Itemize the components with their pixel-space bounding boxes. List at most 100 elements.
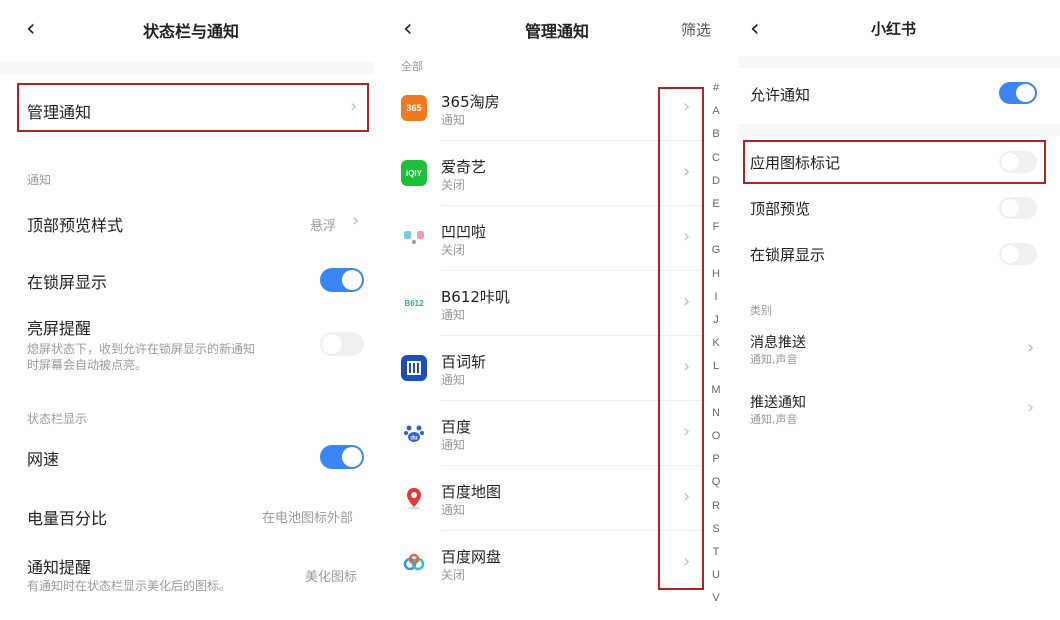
section-header-statusbar: 状态栏显示 <box>27 412 88 426</box>
index-letter[interactable]: C <box>709 152 723 164</box>
index-letter[interactable]: V <box>709 592 723 604</box>
index-letter[interactable]: O <box>709 430 723 442</box>
app-name: 爱奇艺 <box>441 158 487 176</box>
filter-button[interactable]: 筛选 <box>681 19 711 40</box>
aoaola-icon <box>401 225 427 251</box>
net-speed-label: 网速 <box>27 450 60 469</box>
highlight-box <box>17 83 369 132</box>
net-speed-toggle[interactable] <box>320 445 364 469</box>
app-status: 通知 <box>441 113 466 127</box>
lockscreen-display-toggle[interactable] <box>320 268 364 292</box>
lockscreen-display-label: 在锁屏显示 <box>27 273 108 292</box>
app-status: 通知 <box>441 373 466 387</box>
index-letter[interactable]: U <box>709 569 723 581</box>
allow-notify-label: 允许通知 <box>750 86 811 104</box>
app-status: 通知 <box>441 308 466 322</box>
app-name: 百度地图 <box>441 483 502 501</box>
chevron-right-icon: › <box>1027 397 1035 418</box>
section-header-all: 全部 <box>401 60 423 73</box>
section-header-notify: 通知 <box>27 173 52 187</box>
365-taofang-icon: 365 <box>401 95 427 121</box>
screen-wake-label: 亮屏提醒 <box>27 319 92 338</box>
index-letter[interactable]: K <box>709 337 723 349</box>
index-letter[interactable]: Q <box>709 476 723 488</box>
screen-wake-desc-line2: 时屏幕会自动被点亮。 <box>27 358 148 372</box>
index-letter[interactable]: E <box>709 198 723 210</box>
app-name: 百度 <box>441 418 472 436</box>
lockscreen-display-row: 在锁屏显示 <box>0 256 374 302</box>
lockscreen-display-toggle[interactable] <box>999 243 1037 265</box>
page-title: 小红书 <box>871 20 917 38</box>
battery-percent-value: 在电池图标外部 <box>262 511 354 526</box>
allow-notify-toggle[interactable] <box>999 82 1037 104</box>
battery-percent-row[interactable]: 电量百分比 在电池图标外部 <box>0 492 374 538</box>
screen-wake-desc-line1: 熄屏状态下，收到允许在锁屏显示的新通知 <box>27 342 256 356</box>
app-status: 通知 <box>441 503 466 517</box>
notify-remind-value: 美化图标 <box>305 570 358 585</box>
notify-remind-desc: 有通知时在状态栏显示美化后的图标。 <box>27 579 232 593</box>
category-row[interactable]: 消息推送 通知,声音 › <box>738 326 1060 374</box>
index-letter[interactable]: T <box>709 546 723 558</box>
top-preview-style-value: 悬浮 <box>310 219 337 234</box>
app-name: 凹凹啦 <box>441 223 487 241</box>
index-letter[interactable]: I <box>709 291 723 303</box>
net-speed-row: 网速 <box>0 434 374 478</box>
index-letter[interactable]: M <box>709 384 723 396</box>
app-status: 关闭 <box>441 243 466 257</box>
page-title: 管理通知 <box>525 22 590 41</box>
chevron-right-icon: › <box>1027 337 1035 358</box>
app-name: B612咔叽 <box>441 288 510 306</box>
top-preview-toggle[interactable] <box>999 197 1037 219</box>
app-name: 365淘房 <box>441 93 500 111</box>
index-letter[interactable]: F <box>709 221 723 233</box>
top-preview-row: 顶部预览 <box>738 186 1060 230</box>
app-status: 关闭 <box>441 568 466 582</box>
app-status: 关闭 <box>441 178 466 192</box>
notify-remind-label: 通知提醒 <box>27 558 92 577</box>
baidu-map-icon <box>401 485 427 511</box>
chevron-right-icon: › <box>352 210 360 231</box>
index-letter[interactable]: # <box>709 82 723 94</box>
lockscreen-display-label: 在锁屏显示 <box>750 246 826 264</box>
notify-remind-row[interactable]: 通知提醒 有通知时在状态栏显示美化后的图标。 美化图标 <box>0 546 374 606</box>
screen-wake-toggle[interactable] <box>320 332 364 356</box>
category-row[interactable]: 推送通知 通知,声音 › <box>738 386 1060 434</box>
app-name: 百词斩 <box>441 353 487 371</box>
index-letter[interactable]: L <box>709 360 723 372</box>
category-desc: 通知,声音 <box>750 353 798 366</box>
app-status: 通知 <box>441 438 466 452</box>
index-letter[interactable]: R <box>709 500 723 512</box>
index-letter[interactable]: B <box>709 128 723 140</box>
back-arrow-icon[interactable]: ‹ <box>26 14 36 42</box>
section-header-category: 类别 <box>750 304 772 317</box>
screen-wake-row: 亮屏提醒 熄屏状态下，收到允许在锁屏显示的新通知 时屏幕会自动被点亮。 <box>0 306 374 382</box>
index-letter[interactable]: D <box>709 175 723 187</box>
top-preview-style-row[interactable]: 顶部预览样式 悬浮 › <box>0 198 374 246</box>
highlight-box <box>658 87 704 590</box>
category-desc: 通知,声音 <box>750 413 798 426</box>
top-preview-style-label: 顶部预览样式 <box>27 216 124 235</box>
index-letter[interactable]: A <box>709 105 723 117</box>
index-letter[interactable]: H <box>709 268 723 280</box>
page-title: 状态栏与通知 <box>143 22 240 41</box>
iqiyi-icon: iQIY <box>401 160 427 186</box>
category-label: 推送通知 <box>750 395 806 411</box>
back-arrow-icon[interactable]: ‹ <box>403 14 413 42</box>
index-letter[interactable]: N <box>709 407 723 419</box>
battery-percent-label: 电量百分比 <box>27 509 108 528</box>
category-label: 消息推送 <box>750 335 806 351</box>
index-letter[interactable]: P <box>709 453 723 465</box>
svg-text:du: du <box>410 436 418 442</box>
baicizhan-icon <box>401 355 427 381</box>
b612-icon: B612 <box>401 290 427 316</box>
index-letter[interactable]: S <box>709 523 723 535</box>
allow-notify-row: 允许通知 <box>738 72 1060 116</box>
baidu-netdisk-icon <box>401 550 427 576</box>
back-arrow-icon[interactable]: ‹ <box>750 14 760 42</box>
baidu-icon: du <box>401 420 427 446</box>
lockscreen-display-row: 在锁屏显示 <box>738 232 1060 276</box>
top-preview-label: 顶部预览 <box>750 200 811 218</box>
index-letter[interactable]: G <box>709 244 723 256</box>
xiaohongshu-notification-panel: ‹ 小红书 允许通知 应用图标标记 顶部预览 在锁屏显示 类别 消息推送 通知,… <box>738 0 1060 620</box>
index-letter[interactable]: J <box>709 314 723 326</box>
